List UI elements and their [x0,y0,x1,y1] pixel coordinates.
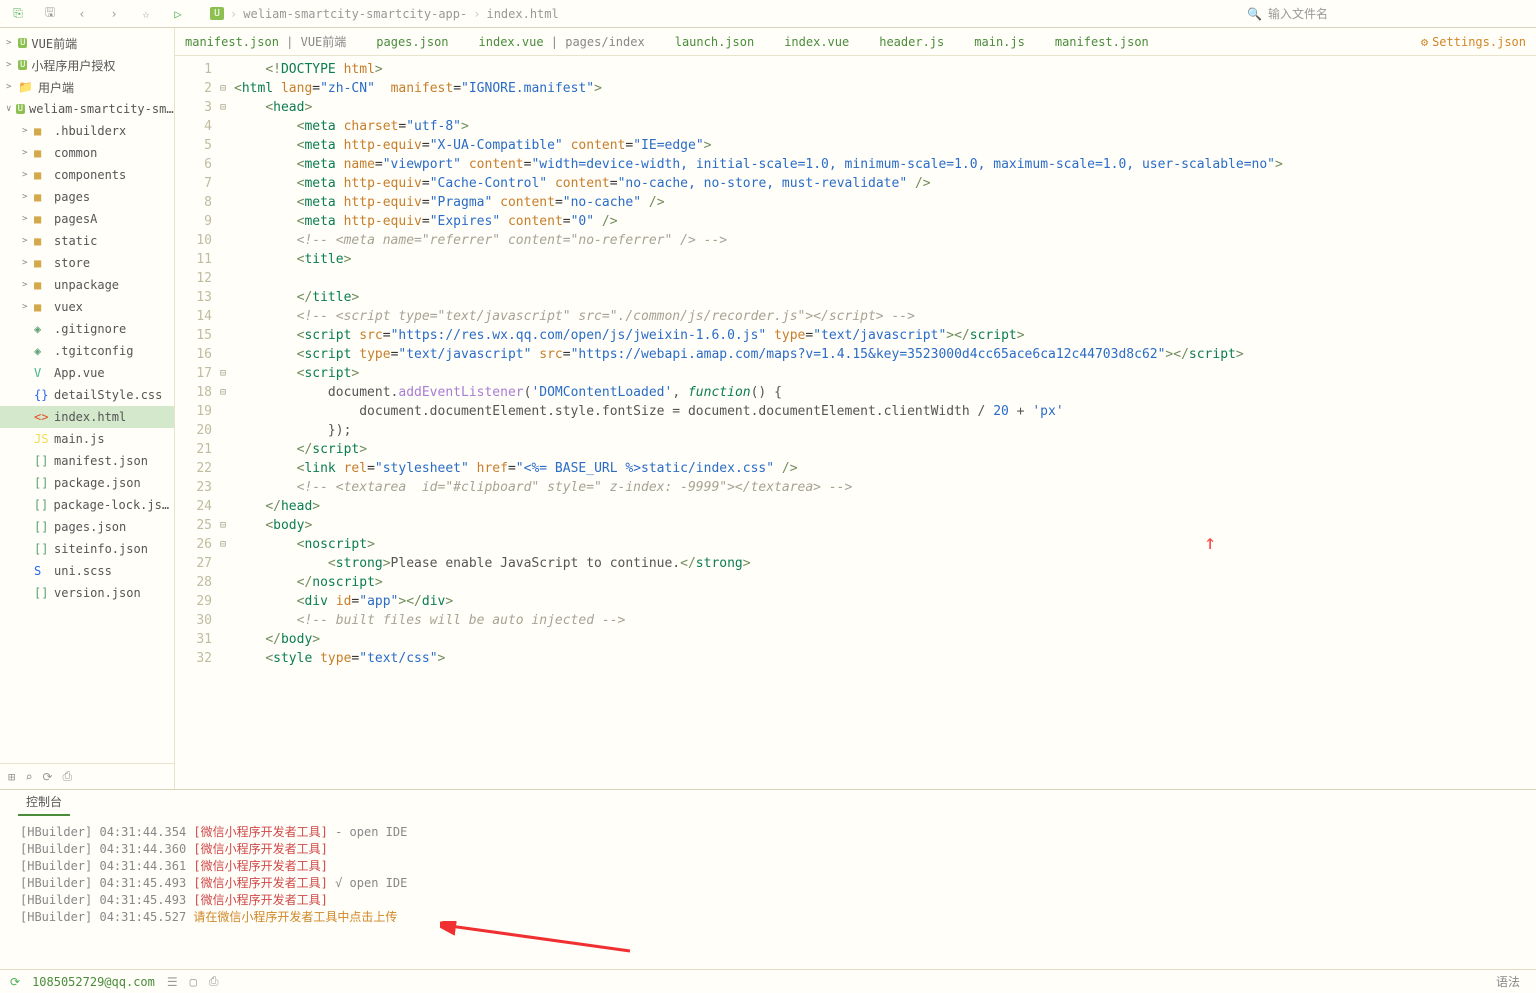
sync-icon[interactable]: ⟳ [10,975,20,989]
new-file-icon[interactable]: ⎘ [8,4,28,24]
status-icon[interactable]: ▢ [190,975,197,989]
sidebar-footer: ⊞ ⌕ ⟳ ⎙ [0,763,174,789]
run-icon[interactable]: ▷ [168,4,188,24]
editor-tab[interactable]: index.vue [784,35,849,49]
tree-item[interactable]: []manifest.json [0,450,174,472]
line-numbers: 1234567891011121314151617181920212223242… [175,56,220,789]
tree-item[interactable]: ◈.gitignore [0,318,174,340]
tree-item[interactable]: >■vuex [0,296,174,318]
console-log-line: [HBuilder] 04:31:44.360 [微信小程序开发者工具] [20,841,1516,858]
editor-tab[interactable]: main.js [974,35,1025,49]
tree-item[interactable]: >■.hbuilderx [0,120,174,142]
sidebar: >UVUE前端>U小程序用户授权>📁用户端∨Uweliam-smartcity-… [0,28,175,789]
console-log-line: [HBuilder] 04:31:44.354 [微信小程序开发者工具] - o… [20,824,1516,841]
editor-tab[interactable]: launch.json [675,35,754,49]
file-tree: >UVUE前端>U小程序用户授权>📁用户端∨Uweliam-smartcity-… [0,28,174,763]
star-icon[interactable]: ☆ [136,4,156,24]
project-icon: U [210,7,224,20]
tree-item[interactable]: >■pages [0,186,174,208]
breadcrumb-part[interactable]: weliam-smartcity-smartcity-app- [243,7,467,21]
tree-item[interactable]: Suni.scss [0,560,174,582]
tree-item[interactable]: []pages.json [0,516,174,538]
breadcrumb: U › weliam-smartcity-smartcity-app- › in… [210,7,559,21]
statusbar: ⟳ 1085052729@qq.com ☰ ▢ ⎙ 语法 [0,969,1536,993]
tree-item[interactable]: <>index.html [0,406,174,428]
annotation-arrow-up: ↑ [1204,530,1216,554]
settings-tab[interactable]: ⚙ Settings.json [1421,35,1526,49]
code-content[interactable]: <!DOCTYPE html><html lang="zh-CN" manife… [234,56,1536,789]
search-box[interactable]: 🔍 输入文件名 [1247,5,1528,22]
save-icon[interactable]: 🖫 [40,4,60,24]
tree-item[interactable]: >■store [0,252,174,274]
status-icon[interactable]: ☰ [167,975,178,989]
tree-item[interactable]: []version.json [0,582,174,604]
tree-item[interactable]: >U小程序用户授权 [0,54,174,76]
editor-tab[interactable]: manifest.json [1055,35,1149,49]
tree-item[interactable]: []siteinfo.json [0,538,174,560]
console-log-line: [HBuilder] 04:31:45.527 请在微信小程序开发者工具中点击上… [20,909,1516,926]
editor-tab[interactable]: index.vue | pages/index [479,35,645,49]
back-icon[interactable]: ‹ [72,4,92,24]
forward-icon[interactable]: › [104,4,124,24]
console-tab[interactable]: 控制台 [18,789,70,816]
tree-item[interactable]: >📁用户端 [0,76,174,98]
footer-icon[interactable]: ⊞ [8,770,15,784]
editor-tabs: manifest.json | VUE前端 pages.json index.vue… [175,28,1536,56]
console-panel: 控制台 [HBuilder] 04:31:44.354 [微信小程序开发者工具]… [0,789,1536,969]
footer-icon[interactable]: ⎙ [63,769,73,784]
tree-item[interactable]: >UVUE前端 [0,32,174,54]
fold-gutter: ⊟⊟⊟⊟⊟⊟ [220,56,234,789]
search-placeholder: 输入文件名 [1268,5,1328,22]
breadcrumb-sep: › [473,7,480,21]
tree-item[interactable]: VApp.vue [0,362,174,384]
search-icon: 🔍 [1247,7,1262,21]
tree-item[interactable]: >■common [0,142,174,164]
status-user[interactable]: 1085052729@qq.com [32,975,155,989]
toolbar: ⎘ 🖫 ‹ › ☆ ▷ U › weliam-smartcity-smartci… [0,0,1536,28]
tree-item[interactable]: JSmain.js [0,428,174,450]
console-tabs: 控制台 [0,790,1536,816]
breadcrumb-sep: › [230,7,237,21]
code-editor[interactable]: 1234567891011121314151617181920212223242… [175,56,1536,789]
tree-item[interactable]: ∨Uweliam-smartcity-smart... [0,98,174,120]
breadcrumb-part[interactable]: index.html [486,7,558,21]
editor-area: manifest.json | VUE前端 pages.json index.vue… [175,28,1536,789]
status-syntax: 语法 [1496,973,1526,990]
tree-item[interactable]: >■components [0,164,174,186]
console-log-line: [HBuilder] 04:31:45.493 [微信小程序开发者工具] [20,892,1516,909]
editor-tab[interactable]: manifest.json | VUE前端 [185,33,346,50]
tree-item[interactable]: []package-lock.json [0,494,174,516]
tree-item[interactable]: {}detailStyle.css [0,384,174,406]
console-content[interactable]: [HBuilder] 04:31:44.354 [微信小程序开发者工具] - o… [0,816,1536,969]
tree-item[interactable]: >■unpackage [0,274,174,296]
tree-item[interactable]: >■static [0,230,174,252]
annotation-arrow [440,921,640,956]
console-log-line: [HBuilder] 04:31:45.493 [微信小程序开发者工具] √ o… [20,875,1516,892]
tree-item[interactable]: ◈.tgitconfig [0,340,174,362]
footer-icon[interactable]: ⌕ [25,770,32,784]
status-icon[interactable]: ⎙ [209,974,219,989]
tree-item[interactable]: []package.json [0,472,174,494]
editor-tab[interactable]: header.js [879,35,944,49]
editor-tab[interactable]: pages.json [376,35,448,49]
tree-item[interactable]: >■pagesA [0,208,174,230]
console-log-line: [HBuilder] 04:31:44.361 [微信小程序开发者工具] [20,858,1516,875]
footer-icon[interactable]: ⟳ [42,770,52,784]
